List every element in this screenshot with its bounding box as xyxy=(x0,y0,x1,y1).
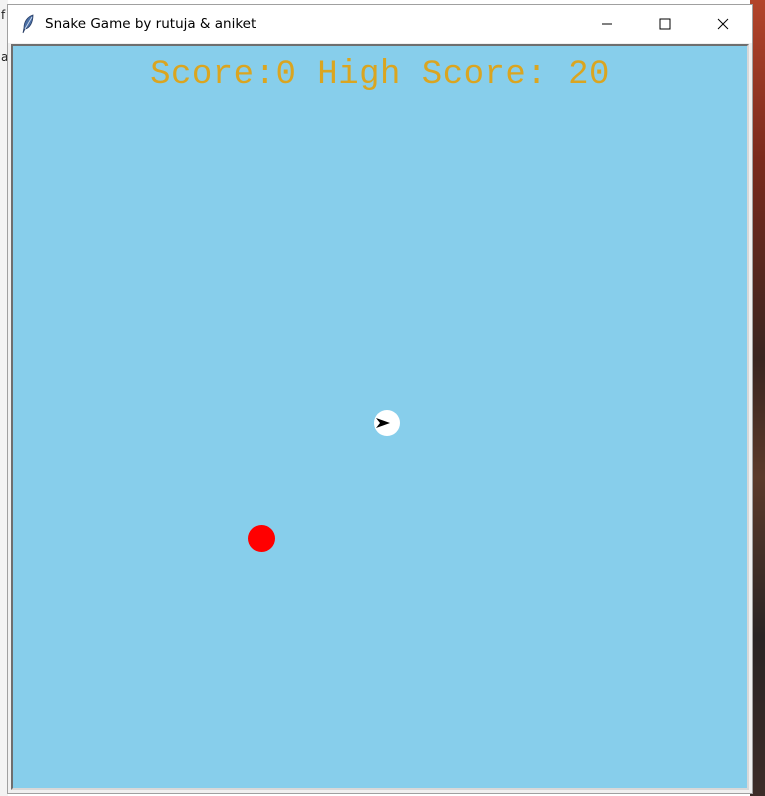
score-display: Score:0 High Score: 20 xyxy=(150,56,610,94)
minimize-icon xyxy=(601,15,613,34)
arrow-cursor-icon xyxy=(375,415,391,431)
feather-icon xyxy=(20,14,36,34)
window-title: Snake Game by rutuja & aniket xyxy=(45,16,257,32)
title-bar[interactable]: Snake Game by rutuja & aniket xyxy=(8,5,752,43)
maximize-button[interactable] xyxy=(636,5,694,43)
game-canvas[interactable]: Score:0 High Score: 20 xyxy=(11,44,749,790)
minimize-button[interactable] xyxy=(578,5,636,43)
close-icon xyxy=(717,15,729,34)
close-button[interactable] xyxy=(694,5,752,43)
game-window: Snake Game by rutuja & aniket Score:0 Hi… xyxy=(7,4,753,794)
maximize-icon xyxy=(659,15,671,34)
window-controls xyxy=(578,5,752,43)
food-pellet xyxy=(248,525,275,552)
desktop-text-fragment: f xyxy=(1,8,6,22)
